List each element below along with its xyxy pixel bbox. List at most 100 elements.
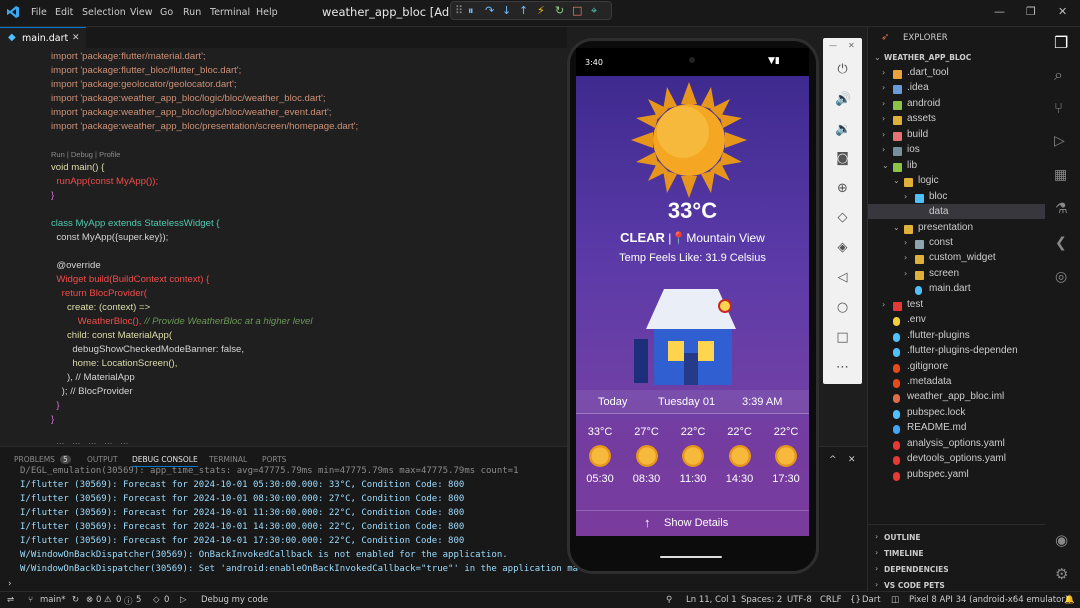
notifications-icon[interactable]: 🔔 [1064, 595, 1075, 605]
explorer-icon[interactable]: ❐ [1054, 33, 1068, 52]
chevron-right-icon[interactable]: › [882, 300, 885, 309]
menu-view[interactable]: View [130, 7, 153, 18]
cursor-position[interactable]: Ln 11, Col 1 [686, 595, 737, 605]
tree-item[interactable]: analysis_options.yaml [907, 438, 1005, 449]
indentation[interactable]: Spaces: 2 [741, 595, 782, 605]
zoom-icon[interactable]: ⊕ [835, 181, 850, 196]
tree-item[interactable]: weather_app_bloc.iml [907, 391, 1004, 402]
tree-item[interactable]: main.dart [929, 283, 971, 294]
tree-item[interactable]: ios [907, 144, 920, 155]
step-out-icon[interactable]: ↑ [519, 4, 528, 17]
flutter-icon[interactable]: ❮ [1055, 235, 1067, 251]
stop-icon[interactable]: □ [572, 4, 582, 17]
chevron-right-icon[interactable]: › [882, 83, 885, 92]
language-mode[interactable]: Dart [862, 595, 881, 605]
tree-item[interactable]: bloc [929, 191, 947, 202]
screenshot-icon[interactable]: ◙ [835, 151, 850, 166]
close-panel-icon[interactable]: ✕ [848, 455, 856, 465]
chevron-down-icon[interactable]: ⌄ [882, 161, 889, 170]
chevron-right-icon[interactable]: › [882, 114, 885, 123]
run-debug-icon[interactable]: ▷ [1054, 133, 1065, 149]
chevron-down-icon[interactable]: ⌄ [893, 223, 900, 232]
home-indicator[interactable] [660, 556, 722, 558]
source-control-icon[interactable]: ⑂ [1054, 99, 1063, 117]
back-icon[interactable]: ◁ [835, 270, 850, 285]
chevron-right-icon[interactable]: › [882, 130, 885, 139]
more-icon[interactable]: ⋯ [835, 360, 850, 375]
chevron-right-icon[interactable]: › [904, 192, 907, 201]
tree-item[interactable]: lib [907, 160, 917, 171]
menu-run[interactable]: Run [183, 7, 201, 18]
chevron-right-icon[interactable]: › [882, 68, 885, 77]
chevron-right-icon[interactable]: › [875, 548, 878, 557]
codelens[interactable]: Run | Debug | Profile [51, 150, 120, 159]
volume-down-icon[interactable]: 🔉 [835, 122, 851, 137]
menu-terminal[interactable]: Terminal [210, 7, 250, 18]
encoding[interactable]: UTF-8 [787, 595, 812, 605]
tab-problems[interactable]: PROBLEMS [14, 455, 55, 464]
tree-item[interactable]: const [929, 237, 953, 248]
section-outline[interactable]: OUTLINE [884, 533, 921, 542]
extensions-icon[interactable]: ▦ [1054, 167, 1067, 183]
close-window-icon[interactable]: ✕ [1058, 5, 1067, 18]
device-selector[interactable]: Pixel 8 API 34 (android-x64 emulator) [909, 595, 1068, 605]
tree-item[interactable]: README.md [907, 422, 966, 433]
volume-up-icon[interactable]: 🔊 [835, 92, 851, 107]
tree-item[interactable]: presentation [918, 222, 973, 233]
home-icon[interactable]: ○ [835, 300, 850, 315]
tree-item[interactable]: .idea [907, 82, 929, 93]
tree-item[interactable]: .flutter-plugins [907, 330, 970, 341]
section-dependencies[interactable]: DEPENDENCIES [884, 565, 949, 574]
warning-count[interactable]: 0 [116, 595, 121, 605]
tab-terminal[interactable]: TERMINAL [209, 455, 247, 464]
info-count[interactable]: 5 [136, 595, 141, 605]
tree-item[interactable]: assets [907, 113, 936, 124]
tree-item[interactable]: pubspec.yaml [907, 469, 969, 480]
remote-indicator-icon[interactable]: ⇌ [7, 595, 14, 605]
hot-reload-icon[interactable]: ⚡ [537, 4, 545, 17]
tab-output[interactable]: OUTPUT [87, 455, 118, 464]
account-icon[interactable]: ◉ [1055, 531, 1068, 549]
tree-item[interactable]: .metadata [907, 376, 951, 387]
chevron-right-icon[interactable]: › [882, 99, 885, 108]
tree-item[interactable]: build [907, 129, 928, 140]
tree-item[interactable]: data [929, 206, 948, 217]
line-ending[interactable]: CRLF [820, 595, 841, 605]
remote-icon[interactable]: ◎ [1055, 269, 1067, 285]
chevron-right-icon[interactable]: › [904, 253, 907, 262]
explorer-root[interactable]: WEATHER_APP_BLOC [884, 53, 971, 62]
tree-item[interactable]: android [907, 98, 940, 109]
maximize-panel-icon[interactable]: ^ [829, 455, 837, 465]
chevron-right-icon[interactable]: › [875, 580, 878, 589]
debug-config[interactable]: Debug my code [201, 595, 268, 605]
devtools-icon[interactable]: ⌖ [591, 4, 597, 18]
tree-item[interactable]: test [907, 299, 923, 310]
tree-item[interactable]: custom_widget [929, 252, 996, 263]
menu-selection[interactable]: Selection [82, 7, 126, 18]
search-icon[interactable]: ⌕ [1054, 65, 1063, 85]
tree-item[interactable]: .gitignore [907, 361, 948, 372]
overview-icon[interactable]: □ [835, 330, 850, 345]
rotate-right-icon[interactable]: ◈ [835, 240, 850, 255]
error-count[interactable]: 0 [96, 595, 101, 605]
signal-count[interactable]: 0 [164, 595, 169, 605]
chevron-down-icon[interactable]: ⌄ [893, 176, 900, 185]
step-over-icon[interactable]: ↷ [485, 4, 494, 17]
tree-item[interactable]: .env [907, 314, 926, 325]
rotate-left-icon[interactable]: ◇ [835, 210, 850, 225]
maximize-icon[interactable]: ❐ [1026, 5, 1036, 18]
menu-file[interactable]: File [31, 7, 47, 18]
settings-gear-icon[interactable]: ⚙ [1055, 565, 1068, 583]
menu-edit[interactable]: Edit [55, 7, 73, 18]
tree-item[interactable]: logic [918, 175, 939, 186]
restart-icon[interactable]: ↻ [555, 4, 564, 17]
menu-help[interactable]: Help [256, 7, 278, 18]
close-emulator-icon[interactable]: ✕ [848, 41, 855, 50]
show-details-button[interactable]: ↑ Show Details [576, 510, 809, 534]
chevron-right-icon[interactable]: › [904, 269, 907, 278]
console-prompt-icon[interactable]: › [8, 579, 12, 589]
sync-icon[interactable]: ↻ [72, 595, 79, 605]
minimize-emulator-icon[interactable]: — [829, 41, 837, 50]
chevron-right-icon[interactable]: › [875, 532, 878, 541]
section-timeline[interactable]: TIMELINE [884, 549, 923, 558]
